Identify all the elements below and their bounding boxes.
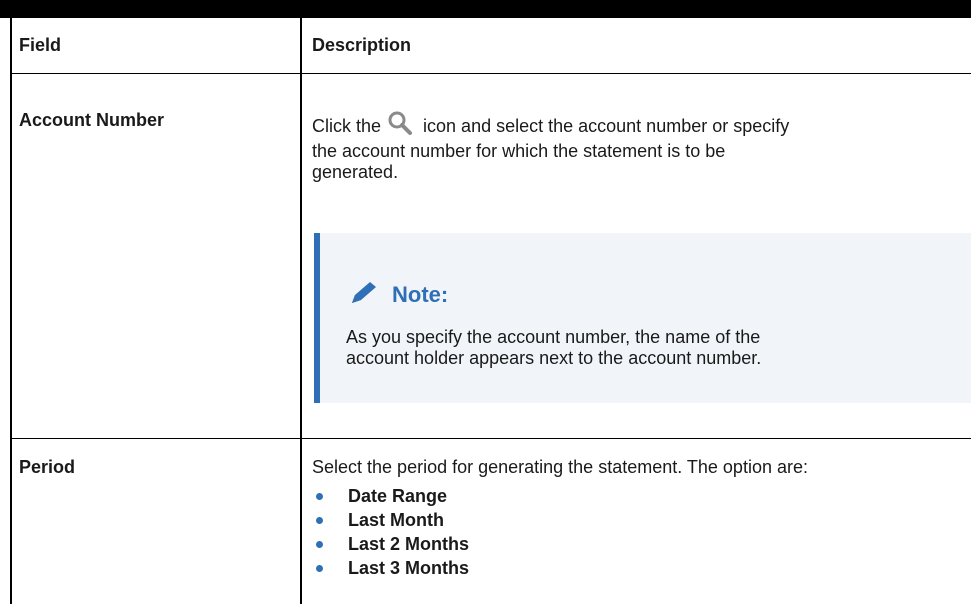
header-field: Field [19, 35, 62, 55]
note-header: Note: [348, 279, 448, 310]
list-item: Last Month [312, 508, 469, 532]
row-divider [10, 438, 971, 439]
table-left-border [10, 18, 12, 604]
header-divider [10, 73, 971, 74]
note-body: As you specify the account number, the n… [346, 327, 971, 369]
header-description: Description [312, 35, 412, 55]
list-item: Date Range [312, 484, 469, 508]
list-item: Last 3 Months [312, 556, 469, 580]
description-line-3: generated. [312, 162, 399, 182]
note-line-2: account holder appears next to the accou… [346, 348, 762, 368]
period-description: Select the period for generating the sta… [312, 457, 808, 477]
pencil-icon [348, 279, 380, 310]
list-item: Last 2 Months [312, 532, 469, 556]
search-icon [387, 110, 413, 141]
field-account-number: Account Number [19, 110, 165, 130]
description-line-2: the account number for which the stateme… [312, 141, 726, 161]
period-options-list: Date Range Last Month Last 2 Months Last… [312, 484, 469, 580]
note-box: Note: As you specify the account number,… [314, 233, 971, 403]
description-line-1-rest: icon and select the account number or sp… [423, 116, 790, 136]
top-rule [0, 0, 971, 18]
note-line-1: As you specify the account number, the n… [346, 327, 761, 347]
account-number-description: Click the icon and select the account num… [312, 110, 789, 183]
description-line-1: Click the icon and select the account num… [312, 110, 789, 141]
column-divider [300, 18, 302, 604]
description-prefix: Click the [312, 116, 382, 136]
note-title: Note: [392, 281, 449, 307]
field-period: Period [19, 457, 76, 477]
document-page: Field Description Account Number Click t… [0, 0, 971, 604]
